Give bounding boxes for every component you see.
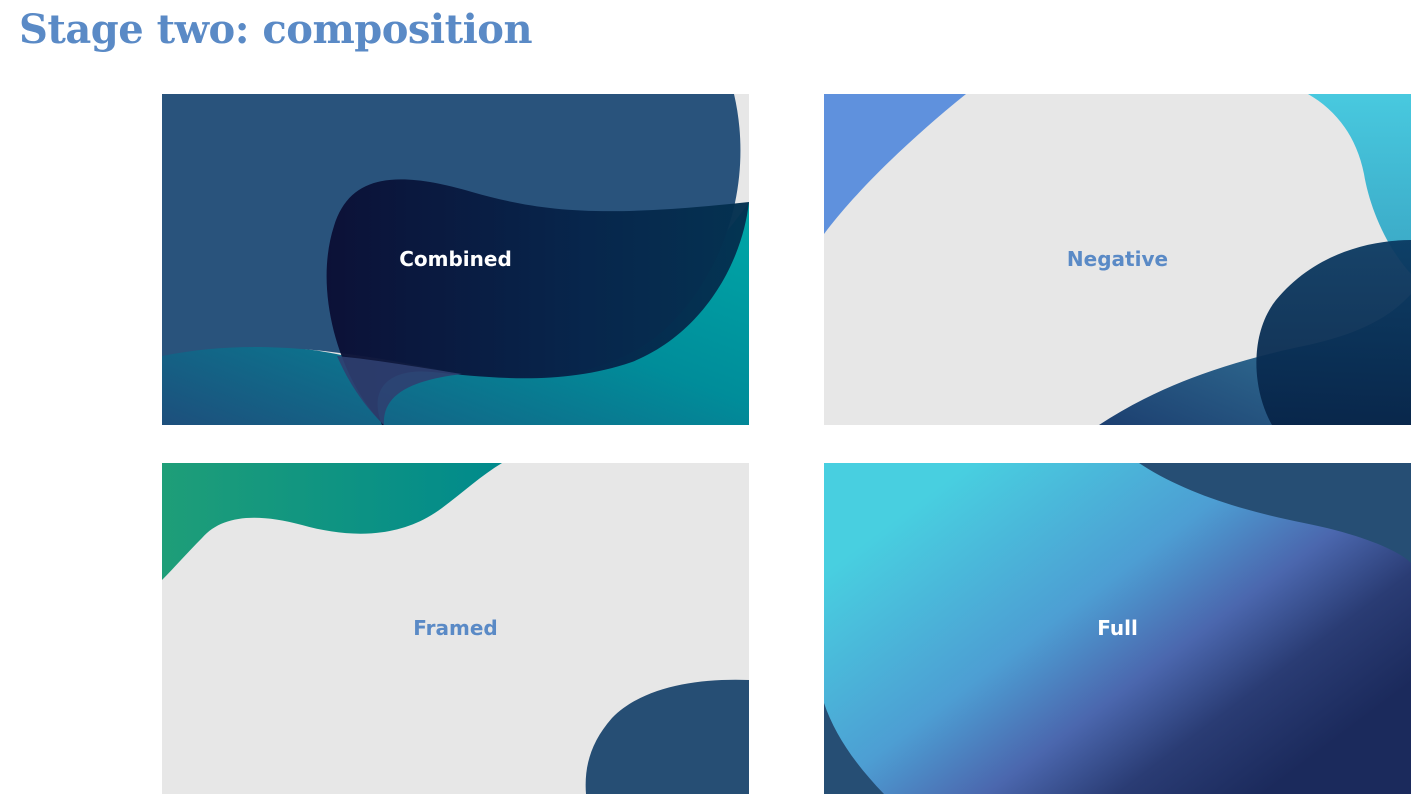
tile-label-framed: Framed bbox=[413, 616, 498, 640]
tile-label-full: Full bbox=[1097, 616, 1138, 640]
composition-tile-full: Full bbox=[824, 463, 1411, 794]
tile-label-combined: Combined bbox=[399, 247, 512, 271]
composition-slide: Stage two: composition Combined Negative… bbox=[0, 0, 1428, 805]
composition-tile-combined: Combined bbox=[162, 94, 749, 425]
page-title: Stage two: composition bbox=[19, 6, 533, 53]
composition-tile-framed: Framed bbox=[162, 463, 749, 794]
composition-tile-negative: Negative bbox=[824, 94, 1411, 425]
tile-label-negative: Negative bbox=[1066, 247, 1169, 271]
